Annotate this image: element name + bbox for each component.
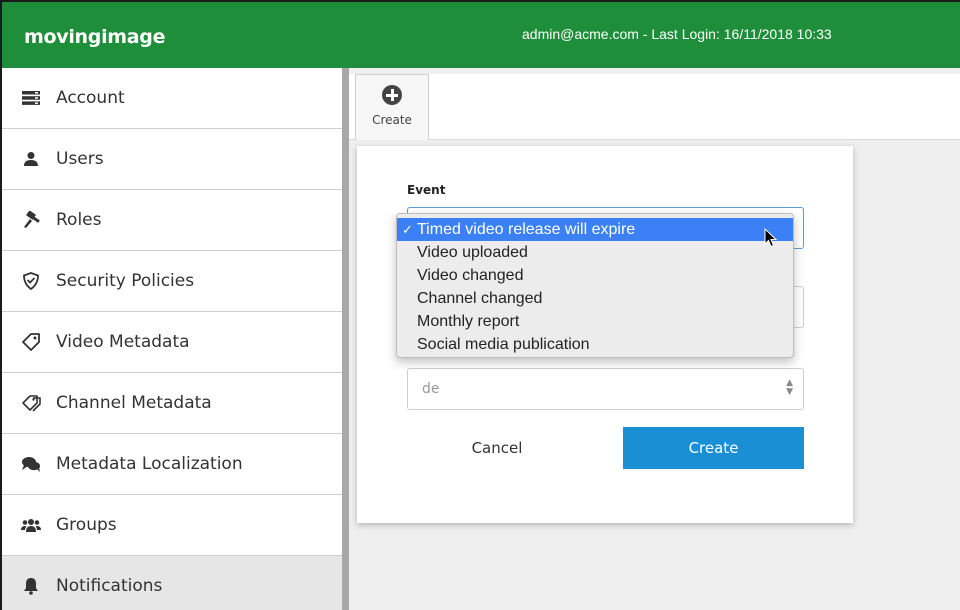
sidebar-item-roles[interactable]: Roles [2,190,342,251]
dropdown-option[interactable]: Video uploaded [397,241,793,264]
app-logo: movingimage [24,26,166,48]
dropdown-option-selected[interactable]: ✓ Timed video release will expire [397,218,793,241]
sidebar-item-account[interactable]: Account [2,68,342,129]
sidebar-item-label: Metadata Localization [56,454,243,474]
event-label: Event [407,183,446,197]
server-icon [20,87,42,109]
dropdown-option[interactable]: Channel changed [397,287,793,310]
tags-icon [20,392,42,414]
sidebar-item-video-metadata[interactable]: Video Metadata [2,312,342,373]
sidebar: Account Users Roles Security Policies Vi… [2,68,342,610]
sidebar-resize-handle[interactable] [342,68,349,610]
app-window: movingimage admin@acme.com - Last Login:… [0,0,960,610]
create-toolbar-button[interactable]: Create [355,74,429,140]
mouse-cursor-icon [764,228,778,248]
tag-icon [20,331,42,353]
sidebar-item-groups[interactable]: Groups [2,495,342,556]
dropdown-option[interactable]: Monthly report [397,310,793,333]
shield-icon [20,270,42,292]
sidebar-item-users[interactable]: Users [2,129,342,190]
event-dropdown-list: ✓ Timed video release will expire Video … [396,213,794,358]
toolbar: Create [349,74,960,140]
plus-circle-icon [382,85,402,105]
chat-icon [20,453,42,475]
login-info: admin@acme.com - Last Login: 16/11/2018 … [522,26,832,42]
language-select-value: de [422,381,440,397]
sidebar-item-label: Groups [56,515,117,535]
sidebar-item-label: Video Metadata [56,332,190,352]
language-select[interactable]: de ▲ ▼ [407,368,804,410]
sidebar-item-label: Notifications [56,576,163,596]
sidebar-item-metadata-localization[interactable]: Metadata Localization [2,434,342,495]
group-icon [20,514,42,536]
sidebar-item-label: Roles [56,210,102,230]
user-icon [20,148,42,170]
dropdown-option[interactable]: Social media publication [397,333,793,356]
select-arrows-icon: ▲▼ [786,378,793,397]
sidebar-item-notifications[interactable]: Notifications [2,556,342,610]
cancel-button[interactable]: Cancel [407,427,587,469]
create-button[interactable]: Create [623,427,804,469]
sidebar-item-label: Users [56,149,104,169]
gavel-icon [20,209,42,231]
create-toolbar-label: Create [372,113,412,127]
dropdown-option[interactable]: Video changed [397,264,793,287]
sidebar-item-label: Account [56,88,125,108]
sidebar-item-label: Security Policies [56,271,195,291]
top-header: movingimage admin@acme.com - Last Login:… [2,2,960,68]
sidebar-item-channel-metadata[interactable]: Channel Metadata [2,373,342,434]
sidebar-item-label: Channel Metadata [56,393,212,413]
checkmark-icon: ✓ [402,222,413,237]
sidebar-item-security-policies[interactable]: Security Policies [2,251,342,312]
bell-icon [20,575,42,597]
